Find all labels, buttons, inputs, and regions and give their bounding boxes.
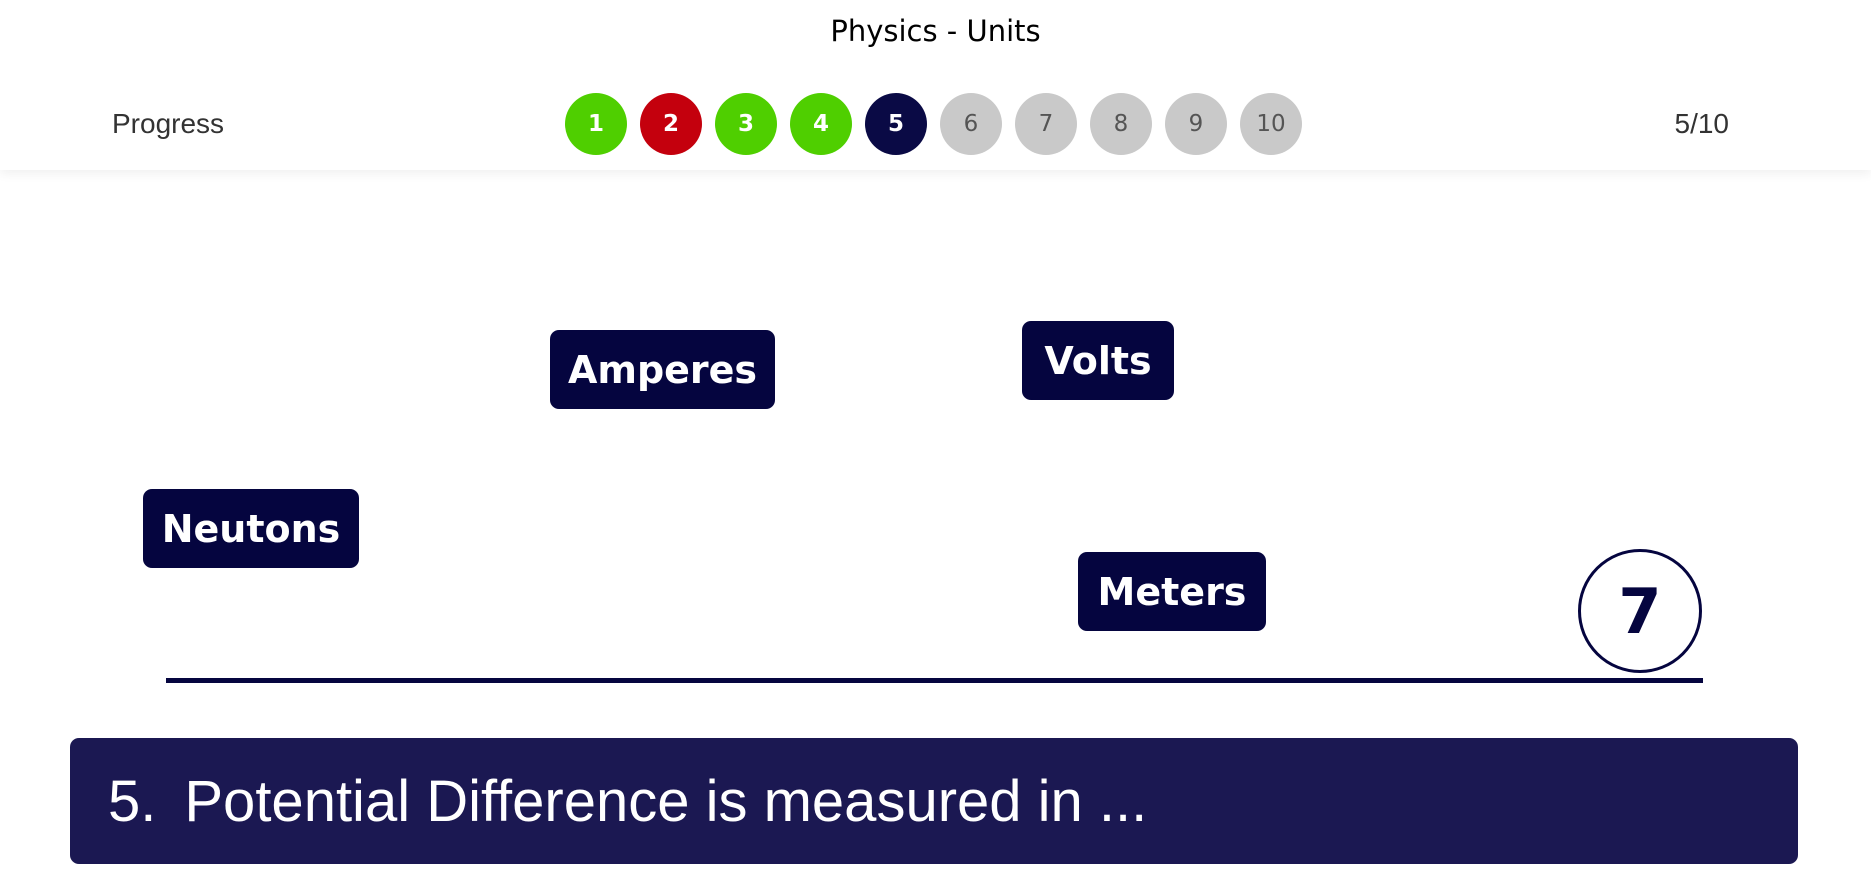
answer-tile-neutons[interactable]: Neutons <box>143 489 359 568</box>
ground-line <box>166 678 1703 683</box>
quiz-title: Physics - Units <box>830 14 1041 48</box>
countdown-timer: 7 <box>1578 549 1702 673</box>
progress-step[interactable]: 6 <box>940 93 1002 155</box>
answer-tile-amperes[interactable]: Amperes <box>550 330 775 409</box>
progress-step-current[interactable]: 5 <box>865 93 927 155</box>
progress-step[interactable]: 9 <box>1165 93 1227 155</box>
progress-step[interactable]: 4 <box>790 93 852 155</box>
progress-step[interactable]: 10 <box>1240 93 1302 155</box>
answer-tile-meters[interactable]: Meters <box>1078 552 1266 631</box>
question-number: 5. <box>108 768 157 834</box>
progress-step[interactable]: 1 <box>565 93 627 155</box>
progress-label: Progress <box>112 108 225 139</box>
top-bar: Physics - Units Progress 1 2 3 4 5 6 7 8… <box>0 0 1871 170</box>
progress-step[interactable]: 7 <box>1015 93 1077 155</box>
progress-step[interactable]: 3 <box>715 93 777 155</box>
progress-count: 5/10 <box>1674 108 1730 139</box>
answer-tile-volts[interactable]: Volts <box>1022 321 1174 400</box>
progress-step[interactable]: 8 <box>1090 93 1152 155</box>
question-text: Potential Difference is measured in ... <box>184 768 1148 834</box>
question-bar: 5. Potential Difference is measured in .… <box>70 738 1798 864</box>
progress-step[interactable]: 2 <box>640 93 702 155</box>
progress-steps: 1 2 3 4 5 6 7 8 9 10 <box>565 93 1302 155</box>
